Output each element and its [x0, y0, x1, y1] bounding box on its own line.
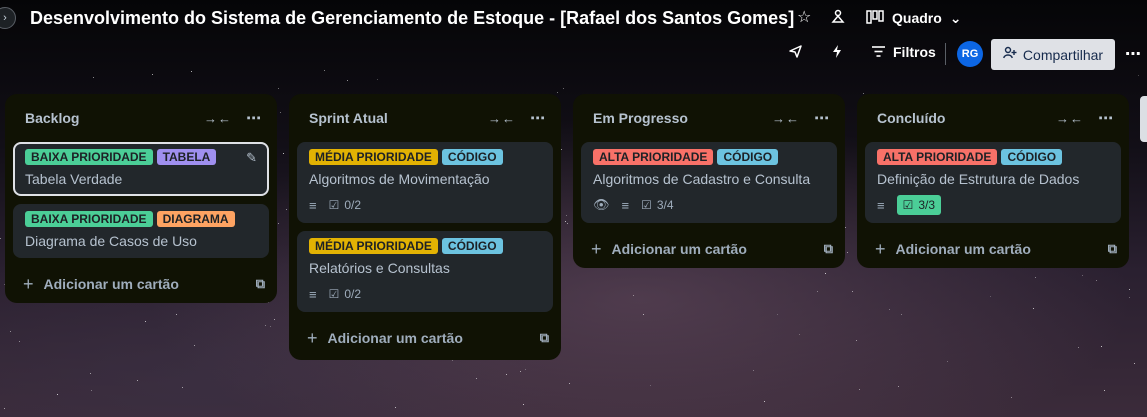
- checklist-badge-complete: ☑ 3/3: [896, 195, 942, 215]
- card-title: Tabela Verdade: [25, 171, 123, 187]
- card-label: MÉDIA PRIORIDADE: [309, 149, 438, 165]
- checklist-count: 0/2: [344, 198, 362, 212]
- list-concluido: Concluído →← ⋯ ALTA PRIORIDADE CÓDIGO De…: [857, 94, 1129, 268]
- card-label: BAIXA PRIORIDADE: [25, 211, 153, 227]
- board-menu-icon[interactable]: ⋯: [1125, 44, 1141, 64]
- collapse-icon[interactable]: →←: [1056, 111, 1084, 126]
- add-card-label: Adicionar um cartão: [611, 241, 747, 257]
- card-label: CÓDIGO: [717, 149, 779, 165]
- card-label: BAIXA PRIORIDADE: [25, 149, 153, 165]
- list-title[interactable]: Sprint Atual: [309, 110, 474, 126]
- list-title[interactable]: Concluído: [877, 110, 1042, 126]
- pencil-icon[interactable]: ✎: [246, 150, 257, 166]
- card-label: TABELA: [156, 149, 217, 165]
- board-title[interactable]: Desenvolvimento do Sistema de Gerenciame…: [30, 8, 794, 29]
- card[interactable]: MÉDIA PRIORIDADE CÓDIGO Relatórios e Con…: [297, 231, 553, 312]
- description-icon: ≡: [877, 197, 885, 213]
- description-icon: ≡: [309, 197, 317, 213]
- list-header: Backlog →← ⋯: [13, 94, 269, 142]
- collapse-icon[interactable]: →←: [204, 111, 232, 126]
- list-em-progresso: Em Progresso →← ⋯ ALTA PRIORIDADE CÓDIGO…: [573, 94, 845, 268]
- collapse-icon[interactable]: →←: [488, 111, 516, 126]
- add-member-icon: [1003, 46, 1017, 63]
- add-card-label: Adicionar um cartão: [43, 276, 179, 292]
- sidebar-expand-button[interactable]: ›: [0, 7, 16, 29]
- card[interactable]: BAIXA PRIORIDADE TABELA Tabela Verdade ✎: [13, 142, 269, 196]
- share-label: Compartilhar: [1022, 46, 1104, 63]
- card-label: ALTA PRIORIDADE: [593, 149, 714, 165]
- list-title[interactable]: Backlog: [25, 110, 190, 126]
- toolbar-divider: [945, 43, 946, 65]
- card-template-icon[interactable]: ⧉: [256, 276, 265, 292]
- plus-icon: +: [875, 238, 886, 259]
- list-title[interactable]: Em Progresso: [593, 110, 758, 126]
- board-view-label: Quadro: [892, 10, 942, 26]
- card[interactable]: BAIXA PRIORIDADE DIAGRAMA Diagrama de Ca…: [13, 204, 269, 258]
- star-icon[interactable]: ☆: [797, 8, 811, 28]
- card-title: Diagrama de Casos de Uso: [25, 233, 197, 249]
- checklist-count: 3/3: [918, 198, 936, 212]
- chevron-down-icon: ⌄: [949, 9, 962, 26]
- card-title: Relatórios e Consultas: [309, 260, 450, 276]
- card[interactable]: ALTA PRIORIDADE CÓDIGO Definição de Estr…: [865, 142, 1121, 223]
- card-label: CÓDIGO: [1001, 149, 1063, 165]
- card-label: MÉDIA PRIORIDADE: [309, 238, 438, 254]
- card-template-icon[interactable]: ⧉: [540, 330, 549, 346]
- checklist-count: 3/4: [656, 198, 674, 212]
- checkbox-icon: ☑: [902, 198, 914, 212]
- plus-icon: +: [307, 327, 318, 348]
- workspace-visibility-icon[interactable]: [830, 8, 846, 30]
- filters-label: Filtros: [893, 44, 936, 60]
- list-menu-icon[interactable]: ⋯: [1098, 109, 1113, 127]
- list-menu-icon[interactable]: ⋯: [530, 109, 545, 127]
- card-title: Algoritmos de Cadastro e Consulta: [593, 171, 811, 187]
- card-label: ALTA PRIORIDADE: [877, 149, 998, 165]
- share-button[interactable]: Compartilhar: [991, 39, 1115, 70]
- card-title: Definição de Estrutura de Dados: [877, 171, 1080, 187]
- plus-icon: +: [591, 238, 602, 259]
- board-view-switcher[interactable]: Quadro ⌄: [866, 6, 962, 30]
- filter-icon: [872, 44, 885, 60]
- list-menu-icon[interactable]: ⋯: [246, 109, 261, 127]
- list-backlog: Backlog →← ⋯ BAIXA PRIORIDADE TABELA Tab…: [5, 94, 277, 303]
- card-template-icon[interactable]: ⧉: [824, 241, 833, 257]
- add-card-button[interactable]: + Adicionar um cartão ⧉: [297, 320, 553, 356]
- card-label: CÓDIGO: [441, 149, 503, 165]
- list-menu-icon[interactable]: ⋯: [814, 109, 829, 127]
- checkbox-icon: ☑: [641, 198, 652, 212]
- card[interactable]: MÉDIA PRIORIDADE CÓDIGO Algoritmos de Mo…: [297, 142, 553, 223]
- collapse-icon[interactable]: →←: [772, 111, 800, 126]
- list-header: Concluído →← ⋯: [865, 94, 1121, 142]
- eye-icon: 👁: [593, 197, 610, 212]
- card[interactable]: ALTA PRIORIDADE CÓDIGO Algoritmos de Cad…: [581, 142, 837, 223]
- board-view-icon: [866, 9, 884, 27]
- add-card-button[interactable]: + Adicionar um cartão ⧉: [581, 231, 837, 267]
- checkbox-icon: ☑: [328, 198, 340, 212]
- checklist-count: 0/2: [344, 287, 362, 301]
- description-icon: ≡: [621, 197, 630, 213]
- checklist-badge: ☑ 3/4: [641, 198, 673, 212]
- scroll-handle[interactable]: [1140, 96, 1147, 142]
- list-sprint-atual: Sprint Atual →← ⋯ MÉDIA PRIORIDADE CÓDIG…: [289, 94, 561, 360]
- card-template-icon[interactable]: ⧉: [1108, 241, 1117, 257]
- card-title: Algoritmos de Movimentação: [309, 171, 490, 187]
- add-card-label: Adicionar um cartão: [895, 241, 1031, 257]
- checklist-badge: ☑ 0/2: [329, 198, 361, 212]
- checkbox-icon: ☑: [328, 287, 340, 301]
- checklist-badge: ☑ 0/2: [329, 287, 361, 301]
- filters-button[interactable]: Filtros: [872, 44, 936, 60]
- description-icon: ≡: [309, 286, 317, 302]
- list-header: Em Progresso →← ⋯: [581, 94, 837, 142]
- add-card-button[interactable]: + Adicionar um cartão ⧉: [865, 231, 1121, 267]
- add-card-button[interactable]: + Adicionar um cartão ⧉: [13, 266, 269, 302]
- list-header: Sprint Atual →← ⋯: [297, 94, 553, 142]
- plus-icon: +: [23, 273, 34, 294]
- avatar[interactable]: RG: [957, 41, 983, 67]
- add-card-label: Adicionar um cartão: [327, 330, 463, 346]
- card-label: DIAGRAMA: [156, 211, 235, 227]
- power-ups-icon[interactable]: [788, 44, 803, 62]
- card-label: CÓDIGO: [441, 238, 503, 254]
- automation-icon[interactable]: [832, 44, 842, 62]
